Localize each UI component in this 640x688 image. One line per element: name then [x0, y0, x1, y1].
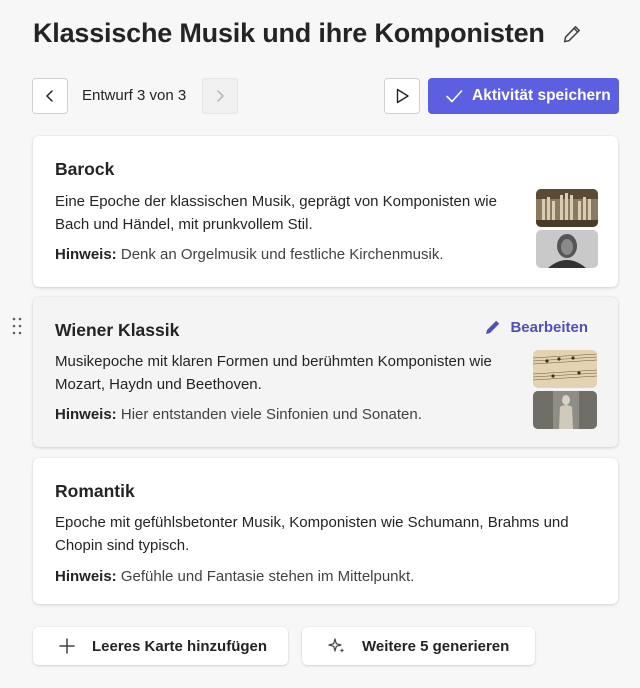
organ-image — [536, 189, 598, 227]
save-activity-button[interactable]: Aktivität speichern — [428, 78, 619, 114]
statue-image — [533, 391, 597, 429]
card-description: Epoche mit gefühlsbetonter Musik, Kompon… — [55, 511, 569, 557]
card-description-line: Musikepoche mit klaren Formen und berühm… — [55, 353, 492, 370]
add-blank-card-button[interactable]: Leeres Karte hinzufügen — [33, 627, 288, 665]
card-description-line: Eine Epoche der klassischen Musik, geprä… — [55, 193, 497, 210]
sparkle-icon — [328, 637, 346, 655]
card-hint: Hinweis: Denk an Orgelmusik und festlich… — [55, 246, 444, 263]
chevron-left-icon — [46, 90, 53, 102]
edit-label: Bearbeiten — [510, 319, 588, 336]
next-draft-button[interactable] — [202, 78, 238, 114]
hint-text: Hier entstanden viele Sinfonien und Sona… — [116, 406, 422, 423]
draft-counter: Entwurf 3 von 3 — [82, 87, 187, 104]
card-hint: Hinweis: Gefühle und Fantasie stehen im … — [55, 568, 414, 585]
preview-button[interactable] — [384, 78, 420, 114]
card-title: Romantik — [55, 481, 135, 501]
card-description-line: Mozart, Haydn und Beethoven. — [55, 376, 262, 393]
card-hint: Hinweis: Hier entstanden viele Sinfonien… — [55, 406, 422, 423]
page-title: Klassische Musik und ihre Komponisten — [33, 18, 545, 48]
generate-more-button[interactable]: Weitere 5 generieren — [302, 627, 535, 665]
flashcard-barock[interactable]: Barock Eine Epoche der klassischen Musik… — [33, 136, 618, 287]
hint-text: Gefühle und Fantasie stehen im Mittelpun… — [116, 568, 415, 585]
add-blank-card-label: Leeres Karte hinzufügen — [92, 637, 268, 655]
card-title: Barock — [55, 159, 115, 179]
hint-text: Denk an Orgelmusik und festliche Kirchen… — [116, 246, 444, 263]
generate-more-label: Weitere 5 generieren — [362, 637, 510, 655]
composer-portrait-image — [536, 230, 598, 268]
checkmark-icon — [444, 86, 464, 106]
drag-handle-icon[interactable] — [10, 316, 24, 336]
card-description-line: Chopin sind typisch. — [55, 537, 190, 554]
play-icon — [396, 88, 409, 104]
card-title: Wiener Klassik — [55, 320, 180, 340]
title-row: Klassische Musik und ihre Komponisten — [33, 18, 583, 49]
hint-label: Hinweis: — [55, 568, 117, 585]
pencil-icon[interactable] — [561, 23, 583, 45]
flashcard-wiener-klassik[interactable]: Wiener Klassik Bearbeiten Musikepoche mi… — [33, 297, 618, 447]
hint-label: Hinweis: — [55, 246, 117, 263]
card-description-line: Epoche mit gefühlsbetonter Musik, Kompon… — [55, 514, 569, 531]
edit-card-button[interactable]: Bearbeiten — [484, 319, 588, 336]
flashcard-romantik[interactable]: Romantik Epoche mit gefühlsbetonter Musi… — [33, 458, 618, 604]
plus-icon — [58, 637, 76, 655]
previous-draft-button[interactable] — [32, 78, 68, 114]
card-description: Musikepoche mit klaren Formen und berühm… — [55, 350, 492, 396]
sheet-music-image — [533, 350, 597, 388]
hint-label: Hinweis: — [55, 406, 117, 423]
chevron-right-icon — [217, 90, 224, 102]
pencil-icon — [484, 319, 501, 336]
card-description-line: Bach und Händel, mit prunkvollem Stil. — [55, 216, 313, 233]
save-activity-label: Aktivität speichern — [472, 87, 611, 104]
draft-navigation: Entwurf 3 von 3 Aktivität speichern — [32, 78, 619, 114]
card-description: Eine Epoche der klassischen Musik, geprä… — [55, 190, 497, 236]
